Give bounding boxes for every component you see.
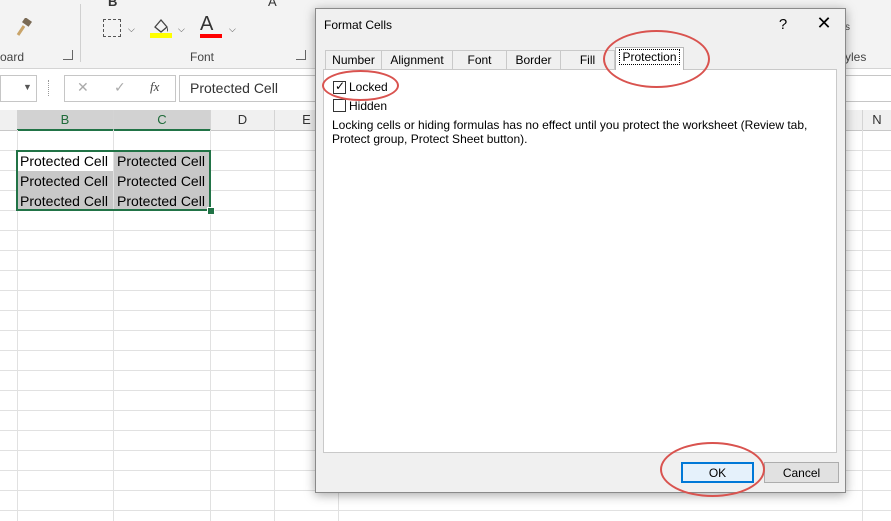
font-launcher-icon[interactable] [296,50,306,60]
font-color-icon[interactable]: A [200,13,213,36]
insert-function-icon[interactable]: fx [150,79,159,95]
name-box-dropdown-icon[interactable]: ▼ [23,82,32,92]
formula-input-text: Protected Cell [190,80,278,96]
font-group-label: Font [190,50,215,64]
cancel-edit-icon[interactable]: ✕ [77,79,89,96]
fill-color-dropdown-icon[interactable]: ⌵ [178,24,185,35]
dialog-title: Format Cells [324,18,393,32]
protection-description: Locking cells or hiding formulas has no … [332,118,808,146]
clipboard-group-label: oard [0,50,25,64]
highlight-ring-locked [322,70,399,101]
hidden-checkbox[interactable] [333,99,346,112]
row-header-corner[interactable] [0,110,18,131]
clipboard-launcher-icon[interactable] [63,50,73,60]
help-icon[interactable]: ? [773,16,793,33]
font-size-up-button[interactable]: A [268,0,277,9]
fill-handle[interactable] [207,207,215,215]
font-color-swatch [200,34,222,38]
name-box[interactable]: ▼ [0,75,37,102]
cancel-button[interactable]: Cancel [764,462,839,483]
fill-color-swatch [150,33,172,38]
column-header-b[interactable]: B [17,110,114,131]
tab-font[interactable]: Font [452,50,507,69]
tab-alignment[interactable]: Alignment [381,50,453,69]
tab-number[interactable]: Number [325,50,382,69]
highlight-ring-ok [660,442,765,497]
borders-icon[interactable] [103,19,121,37]
column-header-c[interactable]: C [114,110,211,131]
close-icon[interactable]: ✕ [813,13,835,34]
bold-button[interactable]: B [108,0,117,9]
formula-buttons: ✕ ✓ fx [64,75,176,102]
font-color-dropdown-icon[interactable]: ⌵ [229,24,236,35]
tab-border[interactable]: Border [506,50,561,69]
tab-protection[interactable]: Protection [615,47,684,70]
column-header-n[interactable]: N [863,110,891,131]
styles-group-label: yles [845,50,867,64]
enter-edit-icon[interactable]: ✓ [114,79,126,96]
column-header-d[interactable]: D [211,110,275,131]
format-painter-icon[interactable] [14,17,34,38]
hidden-label[interactable]: Hidden [349,99,387,113]
borders-dropdown-icon[interactable]: ⌵ [128,24,135,35]
protection-panel: ✓ Locked Hidden Locking cells or hiding … [323,69,837,453]
selection-range [16,150,211,211]
tab-protection-label: Protection [619,49,680,65]
formula-bar-divider [48,80,51,96]
